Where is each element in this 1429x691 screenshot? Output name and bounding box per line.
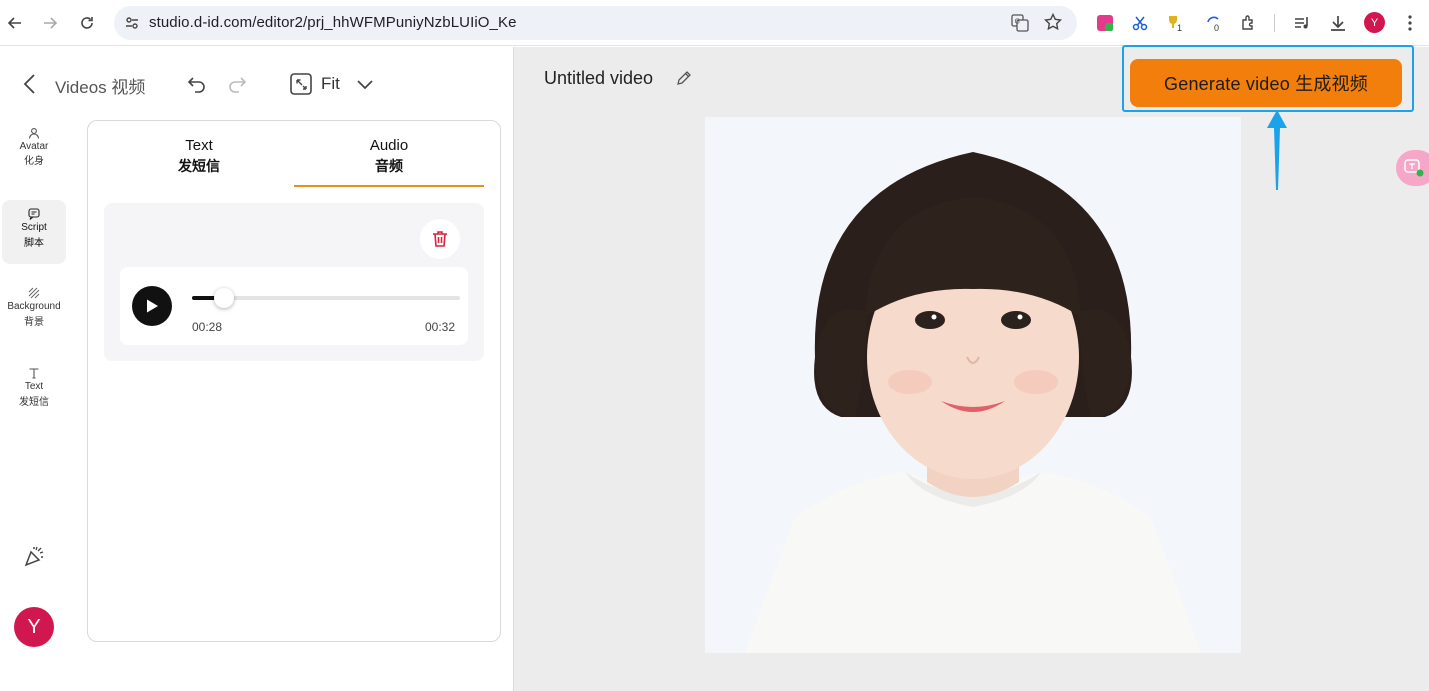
zoom-label[interactable]: Fit — [321, 74, 340, 94]
rail-item-text[interactable]: Text 发短信 — [2, 367, 66, 417]
sync-extension-icon[interactable]: 0 — [1203, 12, 1225, 34]
generate-video-button[interactable]: Generate video 生成视频 — [1130, 59, 1402, 107]
audio-progress-slider[interactable] — [192, 288, 460, 308]
profile-avatar[interactable]: Y — [1364, 12, 1385, 33]
rail-item-avatar[interactable]: Avatar 化身 — [2, 127, 66, 177]
text-icon — [29, 368, 39, 379]
party-popper-icon[interactable] — [23, 545, 45, 572]
chat-icon — [28, 208, 40, 220]
forward-arrow-icon[interactable] — [38, 11, 62, 35]
rail-item-script[interactable]: Script 脚本 — [2, 200, 66, 264]
trash-icon — [433, 231, 447, 247]
url-text[interactable]: studio.d-id.com/editor2/prj_hhWFMPuniyNz… — [149, 14, 517, 31]
fit-screen-icon[interactable] — [289, 72, 313, 101]
redo-icon[interactable] — [226, 74, 248, 99]
audio-progress-thumb[interactable] — [214, 288, 235, 308]
undo-icon[interactable] — [186, 74, 208, 99]
video-title[interactable]: Untitled video — [544, 68, 653, 89]
trophy-extension-icon[interactable]: 1 — [1163, 12, 1185, 34]
audio-player: 00:28 00:32 — [120, 267, 468, 345]
pencil-edit-icon[interactable] — [676, 70, 692, 91]
site-settings-icon[interactable] — [124, 15, 140, 36]
person-icon — [28, 128, 40, 139]
reload-icon[interactable] — [75, 11, 99, 35]
play-button[interactable] — [132, 286, 172, 326]
user-avatar[interactable]: Y — [14, 607, 54, 647]
chevron-down-icon[interactable] — [356, 78, 374, 96]
translate-icon[interactable]: G — [1011, 14, 1029, 37]
svg-text:G: G — [1015, 18, 1020, 26]
media-queue-icon[interactable] — [1291, 12, 1313, 34]
toolbar-divider — [1274, 14, 1275, 32]
panel-title: Videos 视频 — [55, 78, 146, 97]
extension-puzzle-pink-icon[interactable] — [1094, 12, 1116, 34]
delete-audio-button[interactable] — [420, 219, 460, 259]
kebab-menu-icon[interactable] — [1399, 12, 1421, 34]
back-chevron-icon[interactable] — [20, 72, 40, 101]
left-rail: Avatar 化身 Script 脚本 Background 背景 Text 发… — [0, 47, 70, 691]
play-icon — [147, 299, 158, 313]
back-arrow-icon[interactable] — [3, 11, 27, 35]
active-tab-indicator — [294, 185, 484, 187]
arrow-up-annotation-icon — [1267, 110, 1287, 190]
download-icon[interactable] — [1327, 12, 1349, 34]
tab-audio[interactable]: Audio 音频 — [294, 135, 484, 177]
rail-item-background[interactable]: Background 背景 — [2, 287, 66, 337]
address-bar[interactable]: studio.d-id.com/editor2/prj_hhWFMPuniyNz… — [114, 6, 1077, 40]
script-panel: Text 发短信 Audio 音频 00:28 00:32 — [87, 120, 501, 642]
browser-toolbar: studio.d-id.com/editor2/prj_hhWFMPuniyNz… — [0, 0, 1429, 46]
avatar-portrait-image — [705, 117, 1241, 653]
tab-text[interactable]: Text 发短信 — [104, 135, 294, 177]
duration-time: 00:32 — [425, 320, 456, 334]
audio-clip-card: 00:28 00:32 — [104, 203, 484, 361]
current-time: 00:28 — [192, 320, 223, 334]
translate-bubble-icon[interactable] — [1396, 150, 1429, 186]
scissors-icon[interactable] — [1129, 12, 1151, 34]
bookmark-star-icon[interactable] — [1043, 12, 1063, 36]
pattern-icon — [28, 287, 40, 299]
extensions-puzzle-icon[interactable] — [1238, 12, 1260, 34]
